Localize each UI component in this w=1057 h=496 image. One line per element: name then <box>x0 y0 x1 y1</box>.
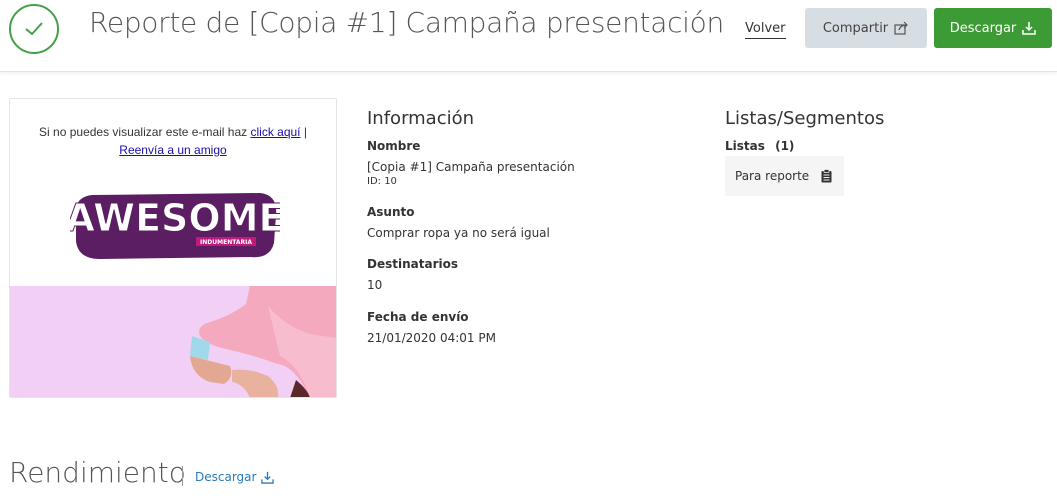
hero-photo <box>10 286 336 397</box>
lists-label: Listas (1) <box>725 139 795 153</box>
lists-title: Listas/Segmentos <box>725 108 885 129</box>
check-circle-icon <box>9 4 59 54</box>
name-label: Nombre <box>367 139 421 153</box>
download-icon <box>261 471 275 484</box>
download-icon <box>1022 22 1037 35</box>
subject-label: Asunto <box>367 205 415 219</box>
back-link[interactable]: Volver <box>745 21 786 39</box>
list-item-label: Para reporte <box>735 169 810 183</box>
email-preview: Si no puedes visualizar este e-mail haz … <box>9 98 337 398</box>
title-divider <box>182 466 183 486</box>
recipients-label: Destinatarios <box>367 257 458 271</box>
lists-count: (1) <box>775 139 795 153</box>
click-here-link[interactable]: click aquí <box>250 125 300 139</box>
page-title: Reporte de [Copia #1] Campaña presentaci… <box>89 6 724 39</box>
performance-download-link[interactable]: Descargar <box>195 470 275 484</box>
share-button[interactable]: Compartir <box>805 8 927 48</box>
campaign-id: ID: 10 <box>367 176 397 187</box>
preview-header-text: Si no puedes visualizar este e-mail haz … <box>39 125 307 157</box>
subject-value: Comprar ropa ya no será igual <box>367 226 550 240</box>
send-date-label: Fecha de envío <box>367 310 469 324</box>
list-item[interactable]: Para reporte <box>725 156 844 196</box>
name-value: [Copia #1] Campaña presentación <box>367 160 575 174</box>
share-label: Compartir <box>822 20 889 36</box>
awesome-logo: AWESOME INDUMENTARIA <box>65 185 285 261</box>
logo-text: AWESOME <box>70 196 280 240</box>
info-title: Información <box>367 108 475 129</box>
performance-title: Rendimiento <box>9 456 186 489</box>
recipients-value: 10 <box>367 278 383 292</box>
send-date-value: 21/01/2020 04:01 PM <box>367 331 496 345</box>
forward-friend-link[interactable]: Reenvía a un amigo <box>119 143 226 157</box>
download-button[interactable]: Descargar <box>934 8 1052 48</box>
report-header: Reporte de [Copia #1] Campaña presentaci… <box>0 0 1057 72</box>
logo-subtext: INDUMENTARIA <box>200 239 252 246</box>
download-label: Descargar <box>949 20 1017 36</box>
share-icon <box>894 21 909 35</box>
clipboard-icon[interactable] <box>821 169 832 183</box>
